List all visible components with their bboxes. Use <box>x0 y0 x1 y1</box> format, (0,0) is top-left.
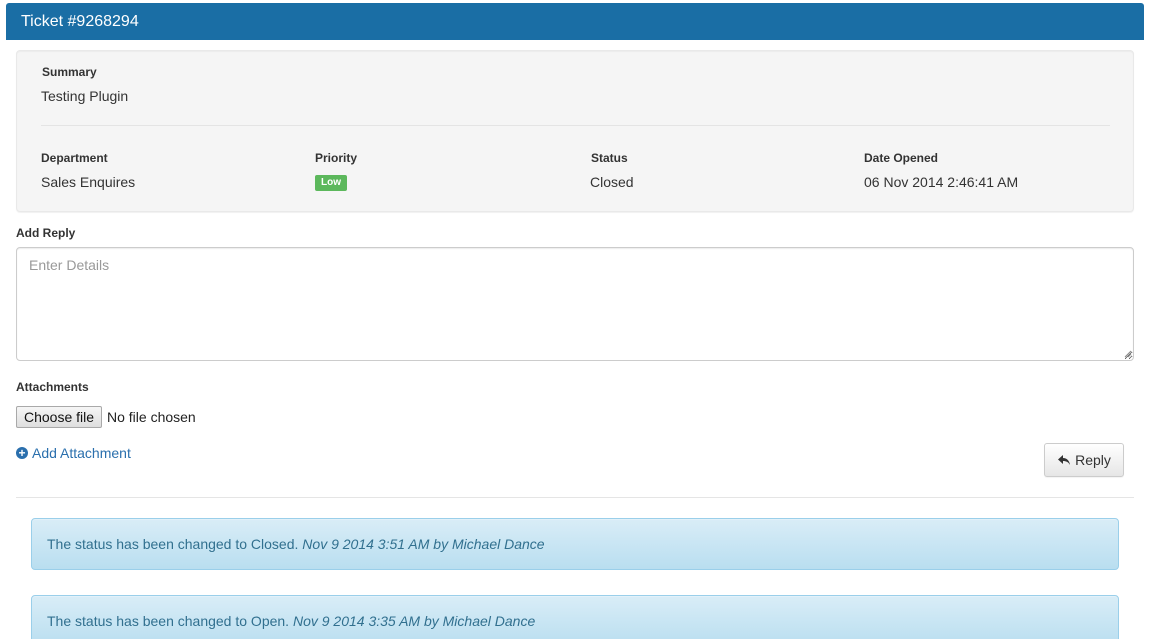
file-status-text: No file chosen <box>107 409 196 425</box>
summary-label: Summary <box>42 65 97 79</box>
ticket-header: Ticket #9268294 <box>6 3 1144 40</box>
reply-button-label: Reply <box>1075 452 1111 468</box>
resize-grip-icon[interactable] <box>1124 350 1132 358</box>
attachments-label: Attachments <box>16 380 89 394</box>
priority-badge: Low <box>315 175 347 191</box>
priority-label: Priority <box>315 151 358 165</box>
add-attachment-link[interactable]: + Add Attachment <box>16 445 131 461</box>
plus-circle-icon: + <box>16 447 28 459</box>
status-value: Closed <box>590 174 634 190</box>
reply-textarea[interactable] <box>16 247 1134 361</box>
ticket-details-panel: Summary Testing Plugin Department Sales … <box>16 50 1134 212</box>
history-divider <box>16 497 1134 498</box>
history-item: The status has been changed to Open. Nov… <box>31 595 1119 639</box>
details-divider <box>41 125 1110 126</box>
status-label: Status <box>591 151 628 165</box>
ticket-title: Ticket #9268294 <box>21 13 139 30</box>
history-item: The status has been changed to Closed. N… <box>31 518 1119 570</box>
department-value: Sales Enquires <box>41 174 136 190</box>
choose-file-button[interactable]: Choose file <box>16 406 103 428</box>
date-opened-label: Date Opened <box>864 151 939 165</box>
history-text: The status has been changed to Closed. <box>47 536 299 552</box>
add-attachment-label: Add Attachment <box>32 445 131 461</box>
reply-button[interactable]: Reply <box>1044 443 1124 477</box>
history-meta: Nov 9 2014 3:35 AM by Michael Dance <box>292 613 536 629</box>
history-meta: Nov 9 2014 3:51 AM by Michael Dance <box>302 536 545 552</box>
summary-value: Testing Plugin <box>41 88 129 104</box>
reply-arrow-icon <box>1058 455 1071 465</box>
add-reply-label: Add Reply <box>16 226 76 240</box>
date-opened-value: 06 Nov 2014 2:46:41 AM <box>864 174 1019 190</box>
history-text: The status has been changed to Open. <box>47 613 290 629</box>
department-label: Department <box>41 151 108 165</box>
